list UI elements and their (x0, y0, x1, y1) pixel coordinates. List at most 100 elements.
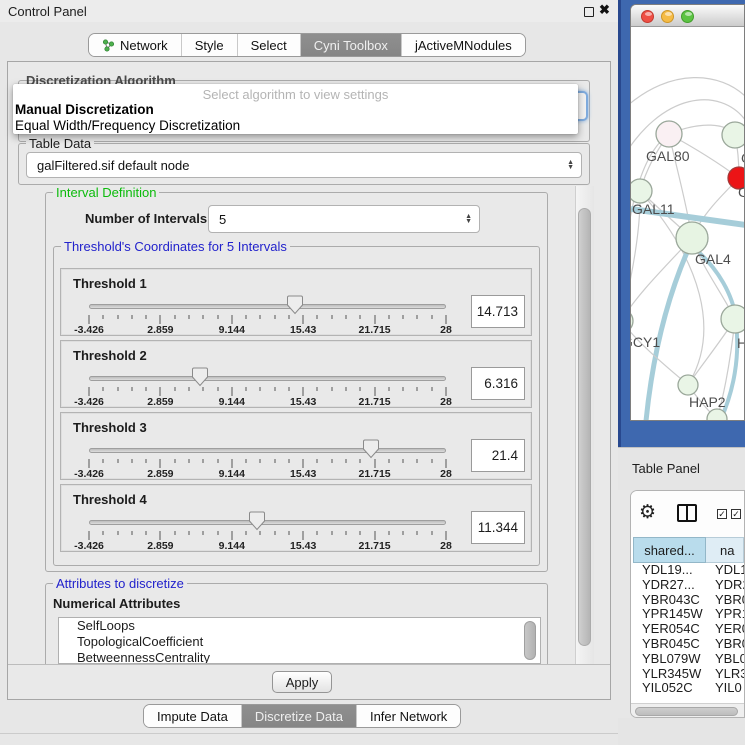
table-cell[interactable]: YER054C (633, 622, 706, 637)
close-traffic-icon[interactable] (641, 10, 654, 23)
tick-mark (374, 315, 375, 324)
GAL11-node[interactable] (631, 179, 652, 203)
combo-arrows-icon: ▲▼ (465, 206, 472, 232)
top-right-node[interactable] (722, 122, 744, 148)
GAL80-node[interactable] (656, 121, 682, 147)
combo-arrows-icon: ▲▼ (567, 153, 574, 177)
threshold-3-slider[interactable]: -3.4262.8599.14415.4321.71528 (89, 413, 446, 481)
minimize-traffic-icon[interactable] (661, 10, 674, 23)
close-icon[interactable]: ✖ (599, 2, 610, 18)
tick-mark (431, 315, 432, 319)
tab-network[interactable]: Network (89, 34, 182, 56)
table-row[interactable]: YDR27...YDR2 (633, 578, 744, 593)
attribute-list-item[interactable]: TopologicalCoefficient (59, 634, 540, 650)
tick-mark (89, 387, 90, 396)
float-window-icon[interactable] (584, 7, 594, 17)
attribute-list-item[interactable]: SelfLoops (59, 618, 540, 634)
table-cell[interactable]: YBR045C (633, 637, 706, 652)
table-cell[interactable]: YDR2 (706, 578, 744, 593)
apply-button[interactable]: Apply (272, 671, 332, 693)
slider-track[interactable] (89, 520, 446, 525)
tab-select[interactable]: Select (238, 34, 301, 56)
checkbox-icon[interactable]: ✓ (731, 509, 741, 519)
network-icon (102, 39, 115, 52)
table-row[interactable]: YDL19...YDL1 (633, 563, 744, 578)
menu-item-manual-discretization[interactable]: Manual Discretization (15, 102, 154, 117)
table-row[interactable]: YPR145WYPR1 (633, 607, 744, 622)
zoom-traffic-icon[interactable] (681, 10, 694, 23)
table-cell[interactable]: YPR1 (706, 607, 744, 622)
menu-item-equal-width-discretization[interactable]: Equal Width/Frequency Discretization (15, 118, 240, 133)
table-cell[interactable]: YDL1 (706, 563, 744, 578)
tab-jactivemnodules[interactable]: jActiveMNodules (402, 34, 525, 56)
tick-label: 9.144 (219, 396, 245, 408)
tick-mark (246, 531, 247, 535)
tick-mark (103, 531, 104, 535)
table-cell[interactable]: YBR043C (633, 593, 706, 608)
tab-impute-data[interactable]: Impute Data (144, 705, 242, 727)
table-cell[interactable]: YLR3 (706, 667, 744, 682)
slider-track[interactable] (89, 448, 446, 453)
slider-thumb[interactable] (363, 439, 380, 459)
table-cell[interactable]: YBL0 (706, 652, 744, 667)
tab-style[interactable]: Style (182, 34, 238, 56)
table-cell[interactable]: YBR0 (706, 593, 744, 608)
attribute-list-item[interactable]: BetweennessCentrality (59, 650, 540, 664)
threshold-1-slider[interactable]: -3.4262.8599.14415.4321.71528 (89, 269, 446, 337)
column-header-shared[interactable]: shared... (633, 537, 706, 563)
slider-thumb[interactable] (287, 295, 304, 315)
threshold-2-slider[interactable]: -3.4262.8599.14415.4321.71528 (89, 341, 446, 409)
slider-thumb[interactable] (191, 367, 208, 387)
table-row[interactable]: YBR043CYBR0 (633, 593, 744, 608)
slider-thumb[interactable] (248, 511, 265, 531)
num-intervals-value: 5 (219, 212, 226, 227)
table-hscrollbar[interactable] (631, 703, 744, 717)
num-intervals-combo[interactable]: 5 ▲▼ (208, 205, 480, 233)
mid-right-node[interactable] (721, 305, 744, 333)
attributes-list-scrollbar[interactable] (524, 621, 536, 660)
network-canvas[interactable]: GAL80GACGAL11GAL4GCY1HHAP2 (631, 27, 744, 421)
tab-discretize-data[interactable]: Discretize Data (242, 705, 357, 727)
threshold-4-slider[interactable]: -3.4262.8599.14415.4321.71528 (89, 485, 446, 553)
tick-mark (131, 315, 132, 319)
table-row[interactable]: YIL052CYIL0 (633, 681, 744, 696)
network-window-titlebar[interactable] (631, 5, 744, 27)
slider-track[interactable] (89, 376, 446, 381)
HAP2-node[interactable] (678, 375, 698, 395)
numerical-attributes-list[interactable]: SelfLoopsTopologicalCoefficientBetweenne… (58, 617, 541, 664)
table-cell[interactable]: YDL19... (633, 563, 706, 578)
table-hscrollbar-thumb[interactable] (635, 707, 738, 716)
table-cell[interactable]: YBL079W (633, 652, 706, 667)
checkbox-icon[interactable]: ✓ (717, 509, 727, 519)
node-label: GCY1 (631, 334, 660, 350)
slider-track[interactable] (89, 304, 446, 309)
tab-cyni-toolbox[interactable]: Cyni Toolbox (301, 34, 402, 56)
table-cell[interactable]: YBR0 (706, 637, 744, 652)
threshold-2-value[interactable]: 6.316 (471, 367, 525, 400)
table-cell[interactable]: YDR27... (633, 578, 706, 593)
settings-scrollbar-thumb[interactable] (578, 208, 591, 646)
tick-mark (288, 387, 289, 391)
tick-mark (246, 315, 247, 319)
table-row[interactable]: YER054CYER0 (633, 622, 744, 637)
tick-mark (374, 459, 375, 468)
table-cell[interactable]: YPR145W (633, 607, 706, 622)
tick-mark (203, 315, 204, 319)
table-cell[interactable]: YLR345W (633, 667, 706, 682)
tab-infer-network[interactable]: Infer Network (357, 705, 460, 727)
table-data-combo[interactable]: galFiltered.sif default node ▲▼ (26, 152, 582, 178)
GAL4-node[interactable] (676, 222, 708, 254)
gear-icon[interactable]: ⚙ (639, 501, 656, 523)
threshold-3-value[interactable]: 21.4 (471, 439, 525, 472)
table-row[interactable]: YBL079WYBL0 (633, 652, 744, 667)
split-columns-icon[interactable] (677, 504, 697, 522)
column-header-name[interactable]: na (706, 537, 744, 563)
table-cell[interactable]: YIL0 (706, 681, 744, 696)
table-cell[interactable]: YER0 (706, 622, 744, 637)
table-row[interactable]: YLR345WYLR3 (633, 667, 744, 682)
table-cell[interactable]: YIL052C (633, 681, 706, 696)
GCY1-node[interactable] (631, 309, 633, 333)
threshold-1-value[interactable]: 14.713 (471, 295, 525, 328)
threshold-4-value[interactable]: 11.344 (471, 511, 525, 544)
table-row[interactable]: YBR045CYBR0 (633, 637, 744, 652)
